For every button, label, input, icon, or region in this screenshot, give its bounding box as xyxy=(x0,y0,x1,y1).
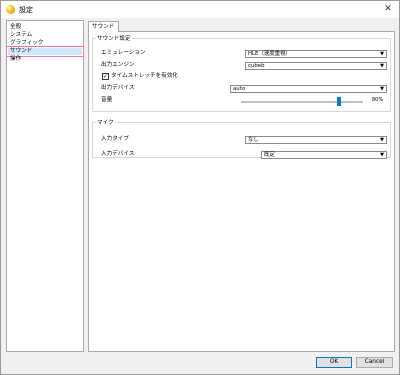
settings-window: 設定 ✕ 全般 システム グラフィック サウンド 操作 サウンド サウンド設定 … xyxy=(0,0,400,375)
chevron-down-icon: ▼ xyxy=(380,63,384,69)
sound-settings-legend: サウンド設定 xyxy=(97,36,131,42)
output-device-label: 出力デバイス xyxy=(101,85,135,91)
emulation-label: エミュレーション xyxy=(101,50,146,56)
sound-settings-group: サウンド設定 エミュレーション HLE（速度重視） ▼ 出力エンジン cubeb… xyxy=(92,34,391,112)
category-list[interactable]: 全般 システム グラフィック サウンド 操作 xyxy=(6,20,84,352)
cancel-button[interactable]: Cancel xyxy=(356,357,393,368)
app-icon xyxy=(6,5,15,14)
emulation-select[interactable]: HLE（速度重視） ▼ xyxy=(245,50,387,58)
input-type-label: 入力タイプ xyxy=(101,136,129,142)
volume-slider[interactable] xyxy=(241,101,363,103)
sidebar-item-general[interactable]: 全般 xyxy=(8,24,82,31)
output-engine-label: 出力エンジン xyxy=(101,62,135,68)
input-type-value: なし xyxy=(248,137,259,143)
output-engine-value: cubeb xyxy=(248,63,265,69)
output-device-select[interactable]: auto ▼ xyxy=(230,85,387,93)
volume-value: 80% xyxy=(372,97,384,103)
window-title: 設定 xyxy=(19,6,33,14)
input-device-label: 入力デバイス xyxy=(101,151,135,157)
chevron-down-icon: ▼ xyxy=(380,86,384,92)
mic-legend: マイク xyxy=(97,120,114,126)
close-icon[interactable]: ✕ xyxy=(381,3,395,15)
chevron-down-icon: ▼ xyxy=(380,152,384,158)
sidebar-item-sound[interactable]: サウンド xyxy=(6,46,84,57)
time-stretch-checkbox[interactable]: ✓ xyxy=(102,73,109,80)
sidebar-item-system[interactable]: システム xyxy=(8,32,82,39)
title-bar: 設定 ✕ xyxy=(1,1,399,18)
sound-panel: サウンド設定 エミュレーション HLE（速度重視） ▼ 出力エンジン cubeb… xyxy=(88,31,395,352)
sidebar-item-graphics[interactable]: グラフィック xyxy=(8,40,82,47)
input-type-select[interactable]: なし ▼ xyxy=(245,136,387,144)
chevron-down-icon: ▼ xyxy=(380,137,384,143)
input-device-value: 既定 xyxy=(264,152,275,158)
volume-label: 音量 xyxy=(101,97,113,103)
time-stretch-label: タイムストレッチを有効化 xyxy=(111,73,179,79)
output-engine-select[interactable]: cubeb ▼ xyxy=(245,62,387,70)
tab-sound[interactable]: サウンド xyxy=(88,21,119,32)
output-device-value: auto xyxy=(233,86,246,92)
sidebar-item-controls[interactable]: 操作 xyxy=(8,56,82,63)
emulation-value: HLE（速度重視） xyxy=(248,51,291,57)
ok-button[interactable]: OK xyxy=(316,357,352,368)
volume-slider-thumb[interactable] xyxy=(336,97,341,106)
mic-group: マイク 入力タイプ なし ▼ 入力デバイス 既定 ▼ xyxy=(92,118,391,159)
input-device-select[interactable]: 既定 ▼ xyxy=(261,151,387,159)
chevron-down-icon: ▼ xyxy=(380,51,384,57)
